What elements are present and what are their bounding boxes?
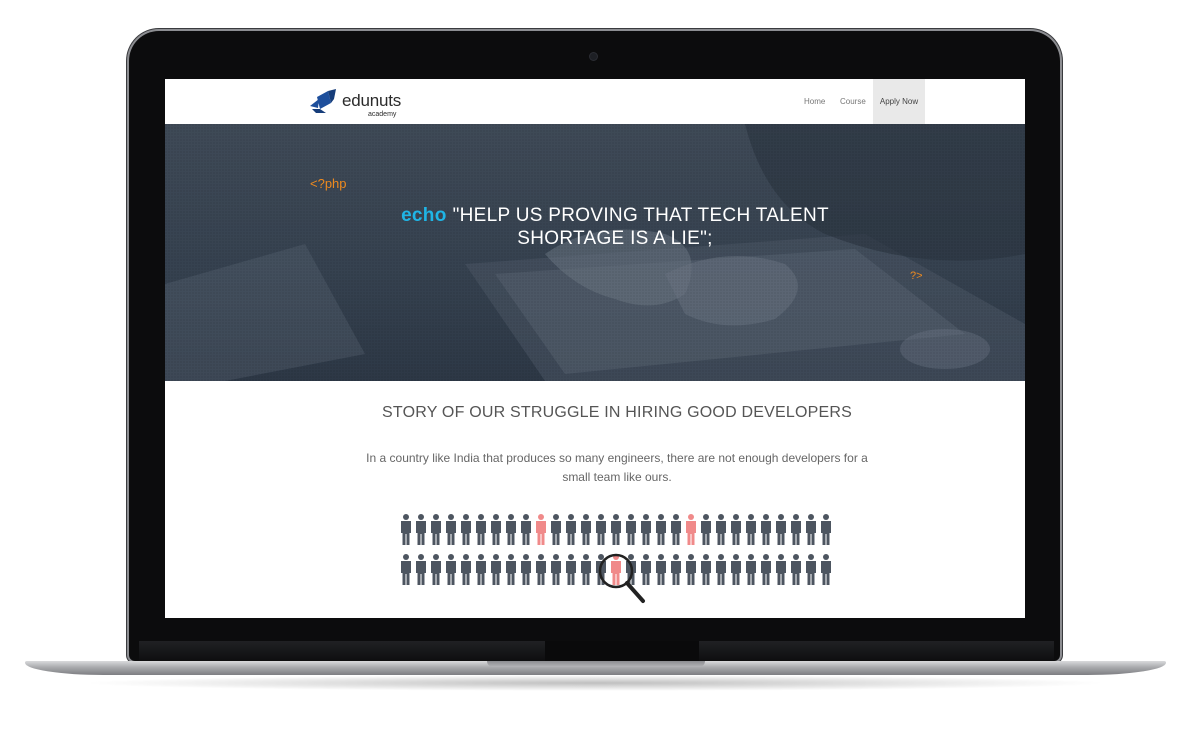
person-icon: [491, 554, 501, 585]
person-icon: [491, 514, 501, 545]
person-icon: [746, 554, 756, 585]
person-icon: [686, 514, 696, 545]
story-title: STORY OF OUR STRUGGLE IN HIRING GOOD DEV…: [382, 404, 852, 421]
person-icon: [506, 514, 516, 545]
person-icon: [431, 554, 441, 585]
person-icon: [731, 514, 741, 545]
php-open-tag: <?php: [310, 176, 347, 191]
person-icon: [656, 514, 666, 545]
nav-apply-now[interactable]: Apply Now: [873, 79, 925, 124]
person-icon: [431, 514, 441, 545]
person-icon: [551, 514, 561, 545]
person-icon: [551, 554, 561, 585]
story-text: In a country like India that produces so…: [366, 451, 868, 484]
person-icon: [476, 514, 486, 545]
person-icon: [701, 514, 711, 545]
brand-name: edunuts: [342, 91, 402, 110]
person-icon: [731, 554, 741, 585]
person-icon: [761, 514, 771, 545]
person-icon: [476, 554, 486, 585]
person-icon: [536, 514, 546, 545]
person-icon: [566, 554, 576, 585]
hero-banner: <?php echo "HELP US PROVING THAT TECH TAL…: [165, 124, 1025, 381]
person-icon: [611, 554, 621, 585]
person-icon: [521, 514, 531, 545]
navbar: edunuts academy Home Course Apply Now: [165, 79, 1025, 124]
person-icon: [596, 514, 606, 545]
php-close-tag: ?>: [910, 270, 923, 282]
logo-mark-icon: [310, 89, 336, 113]
laptop-base-notch: [487, 661, 705, 667]
person-icon: [401, 514, 411, 545]
person-icon: [401, 554, 411, 585]
person-icon: [416, 554, 426, 585]
person-icon: [686, 554, 696, 585]
person-icon: [776, 554, 786, 585]
person-icon: [716, 514, 726, 545]
laptop-shadow: [80, 675, 1110, 691]
person-icon: [806, 554, 816, 585]
nav-course[interactable]: Course: [840, 79, 866, 124]
person-icon: [626, 514, 636, 545]
magnifier-icon: [598, 553, 645, 603]
laptop-screen: edunuts academy Home Course Apply Now <?…: [165, 79, 1025, 618]
person-icon: [641, 514, 651, 545]
echo-keyword: echo: [401, 205, 447, 226]
person-icon: [416, 514, 426, 545]
person-icon: [671, 514, 681, 545]
person-icon: [581, 554, 591, 585]
person-icon: [806, 514, 816, 545]
person-icon: [761, 554, 771, 585]
hero-quote-text: "HELP US PROVING THAT TECH TALENT SHORTA…: [452, 205, 829, 249]
person-icon: [566, 514, 576, 545]
person-icon: [506, 554, 516, 585]
person-icon: [581, 514, 591, 545]
person-icon: [461, 554, 471, 585]
person-icon: [641, 554, 651, 585]
person-icon: [656, 554, 666, 585]
camera-icon: [590, 53, 597, 60]
person-icon: [821, 514, 831, 545]
person-icon: [776, 514, 786, 545]
person-icon: [611, 514, 621, 545]
person-icon: [821, 554, 831, 585]
person-icon: [461, 514, 471, 545]
developers-illustration: [401, 514, 831, 603]
person-icon: [701, 554, 711, 585]
person-icon: [791, 514, 801, 545]
person-icon: [521, 554, 531, 585]
laptop-hinge-notch: [545, 641, 699, 661]
nav-home[interactable]: Home: [804, 79, 825, 124]
person-icon: [671, 554, 681, 585]
brand-logo[interactable]: edunuts academy: [308, 87, 403, 121]
person-icon: [446, 514, 456, 545]
hero-background-image: [165, 124, 1025, 381]
person-icon: [746, 514, 756, 545]
person-icon: [791, 554, 801, 585]
person-icon: [446, 554, 456, 585]
person-icon: [716, 554, 726, 585]
hero-headline: echo "HELP US PROVING THAT TECH TALENT SH…: [355, 204, 875, 250]
person-icon: [536, 554, 546, 585]
brand-tagline: academy: [368, 111, 397, 118]
